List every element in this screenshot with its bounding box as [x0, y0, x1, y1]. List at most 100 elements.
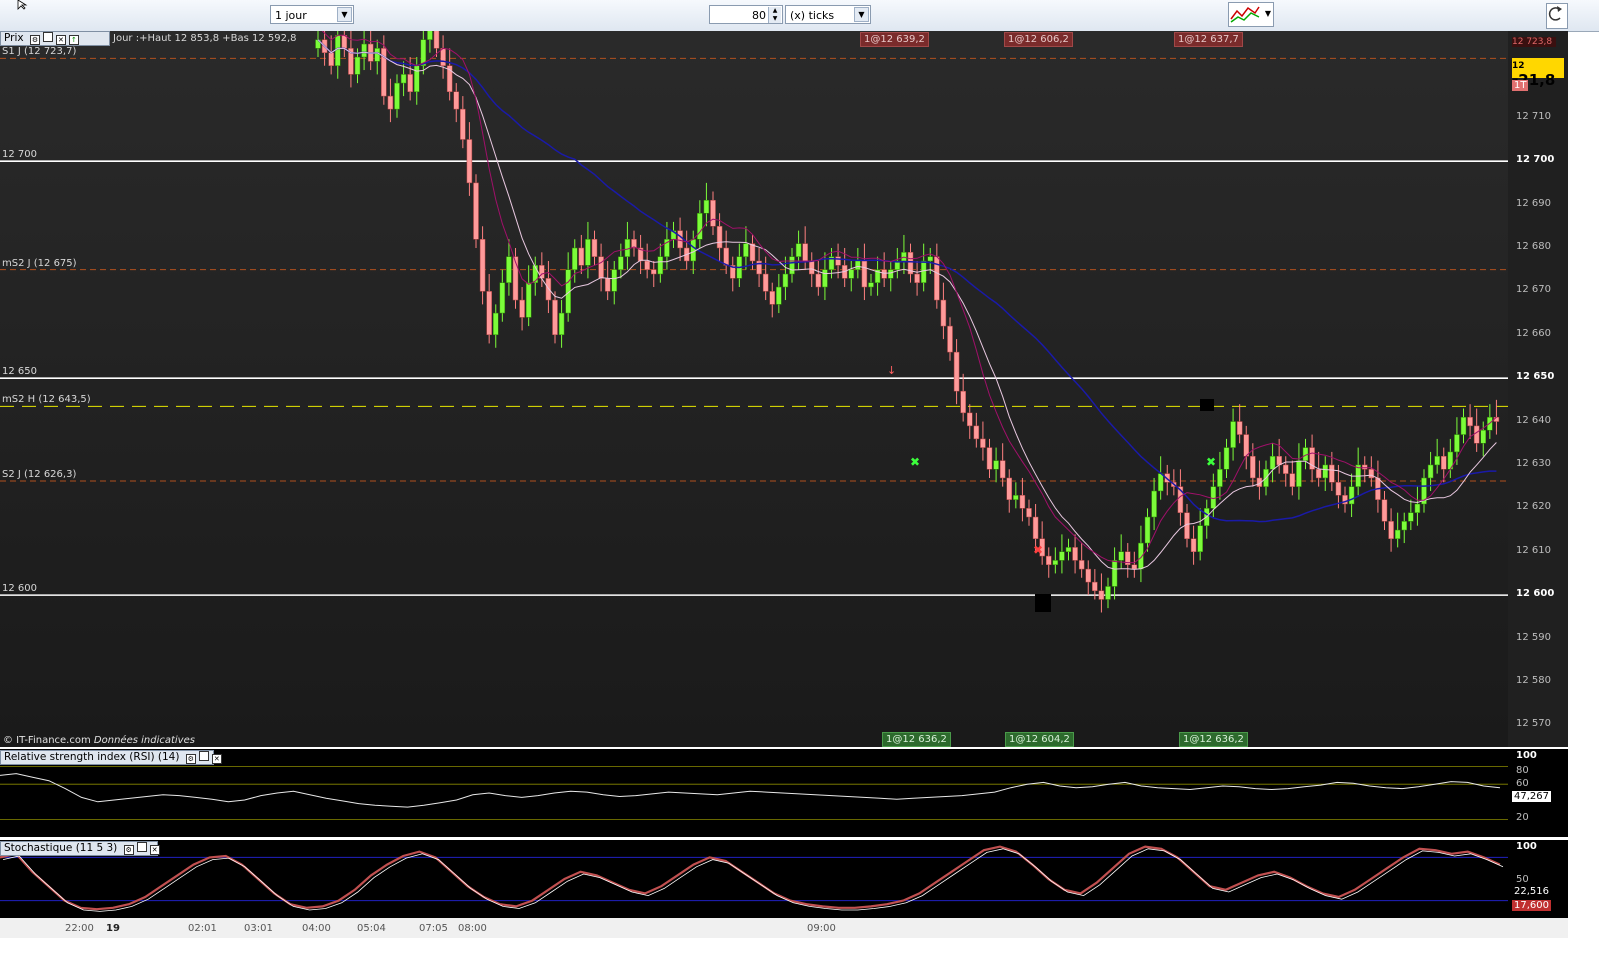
stoch-panel-title: Stochastique (11 5 3) [4, 842, 118, 854]
candle-body [1368, 469, 1375, 479]
candle-body [769, 291, 775, 305]
window-icon[interactable] [136, 842, 147, 852]
candle-body [466, 139, 473, 184]
candle-body [611, 269, 617, 292]
sell-arrow-icon: ↓ [887, 364, 896, 377]
time-label: 09:00 [807, 923, 836, 934]
candle-body [506, 256, 512, 283]
candle-body [618, 256, 624, 270]
candle-body [861, 260, 868, 288]
rsi-tick-100: 100 [1516, 750, 1537, 761]
candle-body [749, 243, 756, 262]
price-chart[interactable]: ✖ ✖ ✖ ↓ [0, 31, 1599, 943]
level-label: mS2 H (12 643,5) [2, 394, 91, 406]
chevron-down-icon[interactable]: ▼ [1265, 9, 1271, 18]
trade-marker [1200, 399, 1214, 411]
rsi-current-value: 47,267 [1512, 791, 1551, 802]
candle-body [1480, 429, 1486, 444]
candle-body [914, 273, 920, 283]
candle-body [1013, 495, 1019, 500]
candle-body [453, 91, 459, 110]
price-tick: 12 570 [1516, 718, 1551, 730]
candle-body [980, 438, 986, 448]
arrow-up-icon[interactable]: ↑ [68, 35, 79, 45]
candle-body [598, 256, 604, 279]
candle-body [901, 252, 907, 262]
candle-body [986, 447, 993, 470]
close-icon[interactable]: ✕ [55, 35, 66, 45]
trade-tag-bottom: 1@12 604,2 [1005, 732, 1074, 747]
price-tick: 12 670 [1516, 284, 1551, 296]
chevron-down-icon[interactable]: ▼ [337, 7, 352, 22]
price-tick: 12 650 [1516, 371, 1555, 383]
rsi-tick-80: 80 [1516, 765, 1529, 776]
time-label: 08:00 [458, 923, 487, 934]
close-icon[interactable]: ✕ [211, 754, 222, 764]
window-icon[interactable] [198, 751, 209, 761]
wrench-icon[interactable]: ⚙ [185, 754, 196, 764]
candle-body [1322, 464, 1328, 479]
spinner-icon[interactable]: ▲ ▼ [768, 7, 781, 23]
price-panel-background [0, 31, 1508, 747]
wrench-icon[interactable]: ⚙ [29, 35, 40, 45]
rsi-panel-title: Relative strength index (RSI) (14) [4, 751, 180, 763]
candle-body [493, 312, 499, 336]
time-label: 07:05 [419, 923, 448, 934]
candle-body [789, 256, 795, 275]
price-tick: 12 630 [1516, 457, 1551, 469]
candle-body [657, 256, 664, 275]
rsi-panel-header: Relative strength index (RSI) (14) ⚙ ✕ [0, 750, 222, 765]
stoch-d-value: 17,600 [1512, 900, 1551, 911]
candle-body [1190, 538, 1197, 552]
candle-body [1414, 503, 1421, 513]
candle-body [993, 460, 999, 470]
candle-body [414, 65, 420, 93]
stoch-k-value: 22,516 [1512, 886, 1551, 897]
period-select[interactable]: 1 jour ▼ [270, 5, 354, 24]
candle-body [782, 273, 789, 288]
chart-type-button[interactable]: ▼ [1228, 2, 1274, 27]
candle-body [651, 269, 657, 275]
day-range-info: Jour :+Haut 12 853,8 +Bas 12 592,8 [113, 33, 297, 44]
candle-body [1467, 416, 1473, 427]
candle-body [578, 247, 585, 266]
candle-body [868, 282, 874, 288]
window-icon[interactable] [42, 32, 53, 42]
candle-body [703, 199, 710, 214]
candle-body [940, 299, 947, 327]
candle-body [394, 82, 400, 110]
buy-cross-icon: ✖ [1206, 455, 1216, 469]
trade-marker [1035, 594, 1051, 612]
candle-body [1052, 560, 1059, 565]
candle-body [1006, 477, 1012, 500]
candle-body [1230, 421, 1236, 448]
wrench-icon[interactable]: ⚙ [123, 845, 134, 855]
trade-tag-top: 1@12 606,2 [1004, 32, 1073, 47]
candle-body [677, 230, 683, 249]
candle-body [1197, 525, 1203, 552]
time-label: 22:00 [65, 923, 94, 934]
chart-type-icon [1230, 4, 1260, 24]
candle-body [960, 390, 966, 414]
tick-unit-select[interactable]: (x) ticks ▼ [785, 5, 871, 24]
candle-body [433, 31, 440, 49]
scroll-right-button[interactable] [1546, 3, 1568, 29]
chevron-down-icon[interactable]: ▼ [854, 7, 869, 22]
close-icon[interactable]: ✕ [149, 845, 160, 855]
candle-body [644, 260, 650, 270]
cursor-icon [16, 0, 28, 10]
candle-body [1118, 551, 1124, 561]
candle-body [1144, 516, 1151, 544]
price-tick: 12 600 [1516, 588, 1555, 600]
candle-body [947, 325, 953, 353]
candle-body [585, 239, 591, 266]
candle-body [335, 35, 341, 66]
candle-body [604, 278, 611, 292]
candle-body [1092, 581, 1098, 592]
stoch-tick-50: 50 [1516, 874, 1529, 885]
candle-body [1427, 464, 1434, 479]
candle-body [953, 351, 960, 392]
tick-count-input[interactable]: 80 ▲ ▼ [709, 5, 783, 24]
time-label: 03:01 [244, 923, 273, 934]
candle-body [1454, 434, 1460, 453]
